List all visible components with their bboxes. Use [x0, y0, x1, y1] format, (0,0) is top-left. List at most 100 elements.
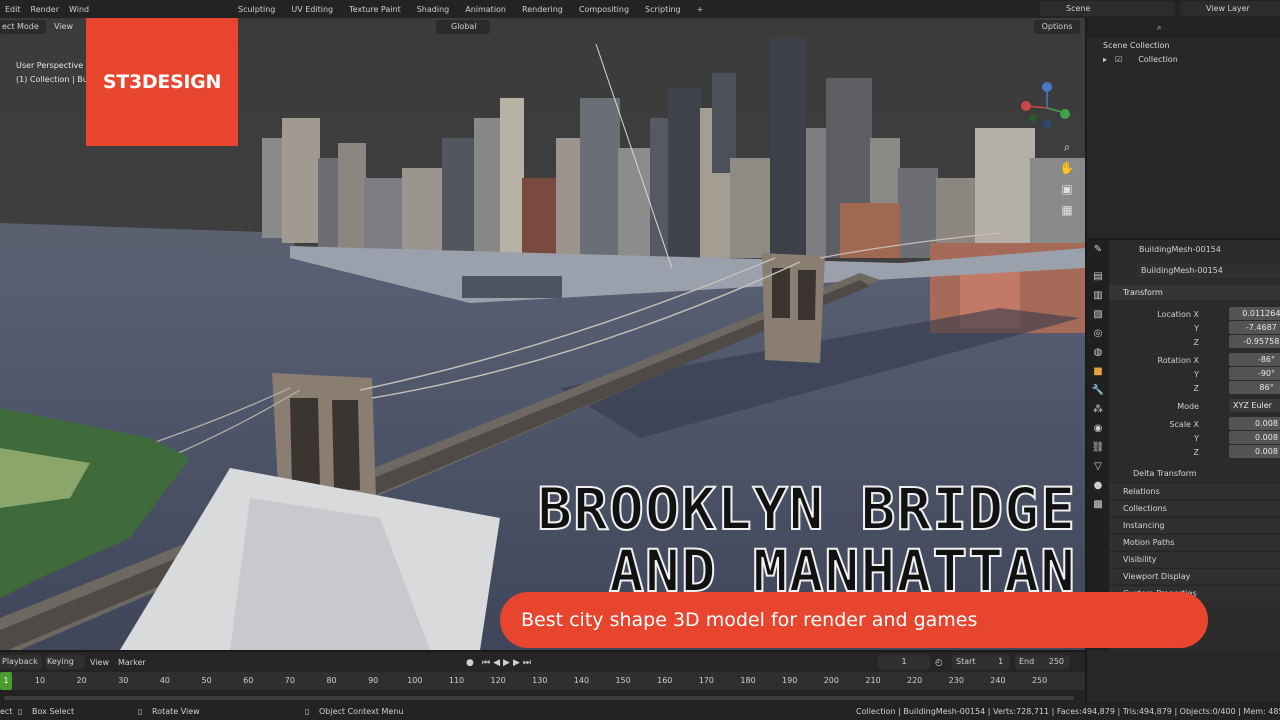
scene-selector[interactable]: Scene — [1040, 1, 1175, 16]
location-z-field[interactable]: -0.95758 m — [1229, 335, 1280, 348]
logo-text: ST3DESIGN — [102, 71, 222, 93]
menu-render[interactable]: Render — [26, 5, 64, 14]
rotation-mode-dropdown[interactable]: XYZ Euler — [1229, 399, 1280, 412]
location-x-field[interactable]: 0.011264 m — [1229, 307, 1280, 320]
transform-panel-header[interactable]: Transform — [1109, 285, 1280, 300]
properties-footer — [1085, 650, 1280, 702]
scene-icon[interactable]: ◎ — [1087, 324, 1109, 343]
view-layer-icon[interactable]: ▧ — [1087, 305, 1109, 324]
scale-z-label: Z — [1193, 448, 1199, 457]
view-layer-selector[interactable]: View Layer — [1180, 1, 1280, 16]
end-frame-field[interactable]: End 250 — [1015, 655, 1070, 669]
collections-header[interactable]: Collections — [1109, 500, 1280, 516]
outliner-panel: ⌕ Scene Collection ▸ ☑ Collection — [1085, 18, 1280, 238]
timeline-marker-menu[interactable]: Marker — [118, 658, 146, 667]
add-workspace-button[interactable]: + — [689, 5, 712, 14]
rotation-z-field[interactable]: 86° — [1229, 381, 1280, 394]
tab-shading[interactable]: Shading — [409, 5, 458, 14]
scale-y-field[interactable]: 0.008 — [1229, 431, 1280, 444]
frame-tick: 250 — [1031, 676, 1048, 685]
outliner-row-collection[interactable]: ▸ ☑ Collection — [1087, 52, 1280, 66]
frame-ruler[interactable]: 10 20 30 40 50 60 70 80 90 100 110 120 130 140 150 160 1… — [0, 672, 1085, 690]
active-object-label: (1) Collection | Buil — [16, 75, 93, 84]
tab-uv-editing[interactable]: UV Editing — [283, 5, 341, 14]
visibility-header[interactable]: Visibility — [1109, 551, 1280, 567]
subtitle-banner: Best city shape 3D model for render and … — [500, 592, 1208, 648]
mode-dropdown[interactable]: ect Mode — [0, 20, 46, 34]
texture-icon[interactable]: ▩ — [1087, 495, 1109, 514]
outliner-row-scene-collection[interactable]: Scene Collection — [1087, 38, 1280, 52]
checkbox-icon[interactable]: ☑ — [1115, 55, 1122, 64]
tool-icon[interactable]: ✎ — [1087, 240, 1109, 259]
world-icon[interactable]: ◍ — [1087, 343, 1109, 362]
delta-transform-header[interactable]: Delta Transform — [1109, 466, 1280, 482]
data-icon[interactable]: ▽ — [1087, 457, 1109, 476]
rotation-x-field[interactable]: -86° — [1229, 353, 1280, 366]
status-bar: ect ▯ Box Select ▯ Rotate View ▯ Object … — [0, 702, 1280, 720]
y-axis-icon — [1060, 109, 1070, 119]
keying-dropdown[interactable]: Keying — [45, 655, 85, 669]
zoom-icon[interactable]: ⌕ — [1058, 138, 1076, 156]
relations-header[interactable]: Relations — [1109, 483, 1280, 499]
3d-viewport[interactable]: ect Mode View Global Options User Perspe… — [0, 18, 1085, 650]
frame-tick: 30 — [118, 676, 129, 685]
hand-pan-icon[interactable]: ✋ — [1058, 159, 1076, 177]
menu-window[interactable]: Wind — [64, 5, 94, 14]
outliner-header: ⌕ — [1087, 18, 1280, 38]
clock-icon[interactable]: ◴ — [935, 658, 943, 668]
render-icon[interactable]: ▤ — [1087, 267, 1109, 286]
search-icon[interactable]: ⌕ — [1157, 23, 1161, 33]
options-button[interactable]: Options — [1034, 20, 1080, 34]
menu-edit[interactable]: Edit — [0, 5, 26, 14]
particles-icon[interactable]: ⁂ — [1087, 400, 1109, 419]
timeline-scrollbar[interactable] — [4, 696, 1074, 700]
playhead[interactable]: 1 — [0, 672, 12, 690]
modifier-icon[interactable]: 🔧 — [1087, 381, 1109, 400]
frame-tick: 40 — [159, 676, 171, 685]
location-y-field[interactable]: -7.4687 m — [1229, 321, 1280, 334]
chevron-right-icon[interactable]: ▸ — [1103, 55, 1107, 64]
object-name-field[interactable]: BuildingMesh-00154 — [1137, 264, 1280, 278]
material-icon[interactable]: ● — [1087, 476, 1109, 495]
camera-icon[interactable]: ▣ — [1058, 180, 1076, 198]
constraints-icon[interactable]: ⛓ — [1087, 438, 1109, 457]
output-icon[interactable]: ▥ — [1087, 286, 1109, 305]
transform-orientation-dropdown[interactable]: Global — [436, 20, 490, 34]
scale-y-label: Y — [1194, 434, 1199, 443]
timeline-view-menu[interactable]: View — [90, 658, 109, 667]
menu-view[interactable]: View — [54, 22, 73, 31]
grid-icon[interactable]: ▦ — [1058, 201, 1076, 219]
navigation-tools: ⌕ ✋ ▣ ▦ — [1058, 138, 1078, 222]
object-icon[interactable]: ■ — [1087, 362, 1109, 381]
viewport-info: User Perspective (1) Collection | Buil — [16, 59, 92, 87]
frame-tick: 220 — [907, 676, 923, 685]
viewport-display-header[interactable]: Viewport Display — [1109, 568, 1280, 584]
subtitle-text: Best city shape 3D model for render and … — [521, 609, 978, 631]
record-icon[interactable]: ● — [466, 658, 474, 668]
start-value: 1 — [998, 657, 1004, 666]
frame-tick: 200 — [823, 676, 839, 685]
instancing-header[interactable]: Instancing — [1109, 517, 1280, 533]
start-frame-field[interactable]: Start 1 — [952, 655, 1010, 669]
tab-scripting[interactable]: Scripting — [637, 5, 689, 14]
tab-rendering[interactable]: Rendering — [514, 5, 571, 14]
playback-dropdown[interactable]: Playback — [0, 655, 42, 669]
current-frame-field[interactable]: 1 — [878, 655, 930, 669]
rotation-y-field[interactable]: -90° — [1229, 367, 1280, 380]
scale-x-field[interactable]: 0.008 — [1229, 417, 1280, 430]
tab-sculpting[interactable]: Sculpting — [230, 5, 283, 14]
tab-compositing[interactable]: Compositing — [571, 5, 637, 14]
status-context-menu: Object Context Menu — [319, 707, 404, 716]
playback-controls-icon[interactable]: ⏮◀▶▶⏭ — [482, 658, 534, 668]
navigation-gizmo[interactable] — [1017, 78, 1077, 138]
timeline-editor: Playback Keying View Marker ● ⏮◀▶▶⏭ 1 ◴ … — [0, 650, 1085, 702]
scale-z-field[interactable]: 0.008 — [1229, 445, 1280, 458]
tab-animation[interactable]: Animation — [457, 5, 514, 14]
properties-panel: ✎ ▤ ▥ ▧ ◎ ◍ ■ 🔧 ⁂ ◉ ⛓ ▽ ● ▩ BuildingMesh… — [1085, 238, 1280, 652]
location-z-label: Z — [1193, 338, 1199, 347]
tab-texture-paint[interactable]: Texture Paint — [341, 5, 409, 14]
motion-paths-header[interactable]: Motion Paths — [1109, 534, 1280, 550]
physics-icon[interactable]: ◉ — [1087, 419, 1109, 438]
frame-tick: 190 — [782, 676, 798, 685]
frame-tick: 70 — [284, 676, 295, 685]
